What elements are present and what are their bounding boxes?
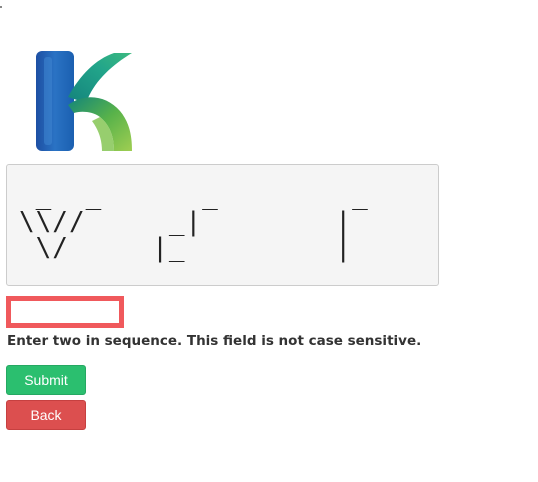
captcha-answer-input[interactable] bbox=[11, 301, 119, 323]
captcha-box: _ _ _ _ _ \\// _| | _| \/ |_ | |_ bbox=[6, 164, 439, 286]
captcha-page: _ _ _ _ _ \\// _| | _| \/ |_ | |_ Enter … bbox=[0, 0, 538, 482]
back-button[interactable]: Back bbox=[6, 400, 86, 430]
k-logo-icon bbox=[36, 51, 132, 151]
captcha-answer-field-highlight bbox=[6, 296, 124, 328]
captcha-ascii-art: _ _ _ _ _ \\// _| | _| \/ |_ | |_ bbox=[19, 181, 369, 263]
submit-button[interactable]: Submit bbox=[6, 365, 86, 395]
corner-dot bbox=[0, 6, 2, 8]
captcha-instruction: Enter two in sequence. This field is not… bbox=[7, 333, 422, 349]
